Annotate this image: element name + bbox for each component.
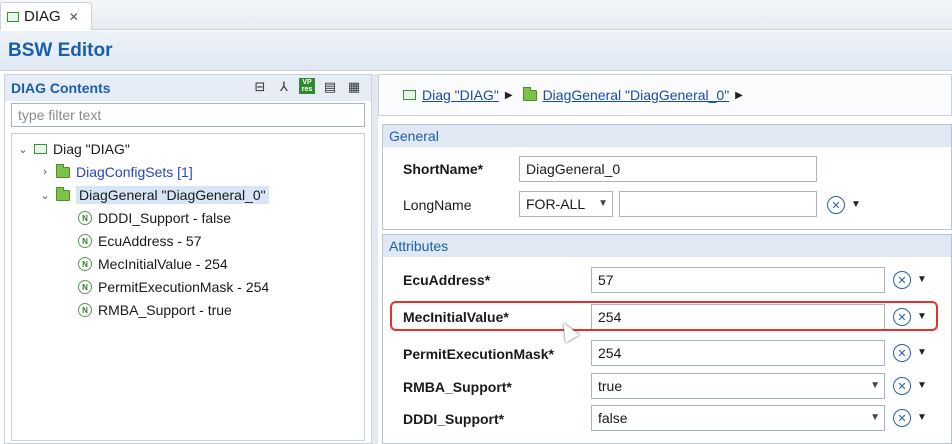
caret-down-icon[interactable]: ▼ xyxy=(917,412,927,423)
dddi-support-value: false xyxy=(598,410,628,426)
attributes-section: Attributes EcuAddress* 57 ✕ ▼ MecInitial… xyxy=(382,234,952,444)
tree-item-param[interactable]: N EcuAddress - 57 xyxy=(78,230,202,252)
breadcrumb-diag[interactable]: Diag "DIAG" xyxy=(422,87,499,103)
tree-item-label: EcuAddress - 57 xyxy=(98,233,202,249)
contents-title: DIAG Contents xyxy=(11,80,111,96)
tree-item-label: MecInitialValue - 254 xyxy=(98,256,228,272)
tree-item-label: DiagGeneral "DiagGeneral_0" xyxy=(76,186,269,204)
longname-field[interactable] xyxy=(619,191,817,217)
caret-down-icon[interactable]: ▼ xyxy=(917,380,927,391)
contents-panel: DIAG Contents ⊟ ⅄ VP res ▤ ▦ ⌄ Diag "DIA… xyxy=(4,74,372,444)
attributes-header[interactable]: Attributes xyxy=(383,235,951,257)
rmba-support-value: true xyxy=(598,378,623,394)
action-icon[interactable]: ✕ xyxy=(827,196,845,214)
tree-item-param[interactable]: N DDDI_Support - false xyxy=(78,207,231,229)
parameter-icon: N xyxy=(78,303,92,317)
tree-item-general[interactable]: ⌄ DiagGeneral "DiagGeneral_0" xyxy=(38,184,269,206)
chevron-down-icon: ▼ xyxy=(870,412,880,423)
longname-label: LongName xyxy=(403,197,472,213)
general-header[interactable]: General xyxy=(383,125,951,147)
action-icon[interactable]: ✕ xyxy=(893,377,911,395)
contents-toolbar: ⊟ ⅄ VP res ▤ ▦ xyxy=(251,78,363,96)
parameter-icon: N xyxy=(78,211,92,225)
tree-item-label: RMBA_Support - true xyxy=(98,302,232,318)
chevron-down-icon[interactable]: ⌄ xyxy=(16,143,30,156)
action-icon[interactable]: ✕ xyxy=(893,344,911,362)
filter-input[interactable] xyxy=(11,103,365,127)
longname-language-select[interactable]: FOR-ALL ▼ xyxy=(519,191,613,217)
res-label: res xyxy=(301,86,313,93)
chevron-down-icon: ▼ xyxy=(598,198,608,209)
action-icon[interactable]: ✕ xyxy=(893,409,911,427)
caret-down-icon[interactable]: ▼ xyxy=(851,199,861,210)
tree-item-config-sets[interactable]: › DiagConfigSets [1] xyxy=(38,161,193,183)
folder-icon xyxy=(56,163,70,178)
rmba-support-select[interactable]: true ▼ xyxy=(591,373,885,399)
ecu-address-label: EcuAddress* xyxy=(403,272,491,288)
tree-item-diag[interactable]: ⌄ Diag "DIAG" xyxy=(16,138,130,160)
grid-icon[interactable]: ▦ xyxy=(345,78,363,96)
longname-language-value: FOR-ALL xyxy=(526,196,586,212)
close-icon[interactable]: ✕ xyxy=(69,10,79,24)
breadcrumb-diag-general[interactable]: DiagGeneral "DiagGeneral_0" xyxy=(543,87,730,103)
folder-icon xyxy=(522,86,537,101)
general-section: General ShortName* DiagGeneral_0 LongNam… xyxy=(382,124,952,230)
tree-item-label: DDDI_Support - false xyxy=(98,210,232,226)
dddi-support-label: DDDI_Support* xyxy=(403,411,505,427)
tree-item-label: DiagConfigSets [1] xyxy=(76,164,193,180)
folder-icon xyxy=(56,186,70,201)
tree-item-label: Diag "DIAG" xyxy=(53,141,130,157)
breadcrumb: Diag "DIAG" ▶ DiagGeneral "DiagGeneral_0… xyxy=(378,74,952,116)
breadcrumb-arrow-icon[interactable]: ▶ xyxy=(505,90,513,101)
editor-tab-strip: DIAG ✕ xyxy=(0,0,952,30)
tree-item-param[interactable]: N RMBA_Support - true xyxy=(78,299,232,321)
document-icon[interactable]: ▤ xyxy=(321,78,339,96)
vp-label: VP xyxy=(302,79,312,86)
collapse-all-icon[interactable]: ⊟ xyxy=(251,78,269,96)
editor-title: BSW Editor xyxy=(8,39,113,61)
permit-execution-mask-label: PermitExecutionMask* xyxy=(403,346,554,362)
module-icon xyxy=(7,11,19,22)
contents-header: DIAG Contents ⊟ ⅄ VP res ▤ ▦ xyxy=(5,75,371,101)
parameter-icon: N xyxy=(78,280,92,294)
parameter-icon: N xyxy=(78,257,92,271)
action-icon[interactable]: ✕ xyxy=(893,271,911,289)
caret-down-icon[interactable]: ▼ xyxy=(917,347,927,358)
module-icon xyxy=(403,90,416,100)
parameter-icon: N xyxy=(78,234,92,248)
shortname-field[interactable]: DiagGeneral_0 xyxy=(519,156,817,182)
chevron-down-icon: ▼ xyxy=(870,380,880,391)
chevron-down-icon[interactable]: ⌄ xyxy=(38,189,52,202)
ecu-address-field[interactable]: 57 xyxy=(591,267,885,293)
dddi-support-select[interactable]: false ▼ xyxy=(591,405,885,431)
hierarchy-icon[interactable]: ⅄ xyxy=(275,78,293,96)
chevron-right-icon[interactable]: › xyxy=(38,166,52,178)
tab-label: DIAG xyxy=(24,8,61,25)
breadcrumb-arrow-icon[interactable]: ▶ xyxy=(735,90,743,101)
tab-diag[interactable]: DIAG ✕ xyxy=(0,2,92,30)
shortname-label: ShortName* xyxy=(403,161,484,177)
editor-header: BSW Editor xyxy=(0,31,952,71)
highlight-box xyxy=(390,301,938,331)
tree-item-param[interactable]: N PermitExecutionMask - 254 xyxy=(78,276,269,298)
permit-execution-mask-field[interactable]: 254 xyxy=(591,340,885,366)
tree-item-label: PermitExecutionMask - 254 xyxy=(98,279,270,295)
editor-panel: Diag "DIAG" ▶ DiagGeneral "DiagGeneral_0… xyxy=(378,74,952,444)
caret-down-icon[interactable]: ▼ xyxy=(917,274,927,285)
tree-item-param[interactable]: N MecInitialValue - 254 xyxy=(78,253,228,275)
vp-res-icon[interactable]: VP res xyxy=(299,78,315,94)
rmba-support-label: RMBA_Support* xyxy=(403,379,512,395)
module-icon xyxy=(34,144,47,154)
contents-tree: ⌄ Diag "DIAG" › DiagConfigSets [1] ⌄ Dia… xyxy=(11,133,365,441)
